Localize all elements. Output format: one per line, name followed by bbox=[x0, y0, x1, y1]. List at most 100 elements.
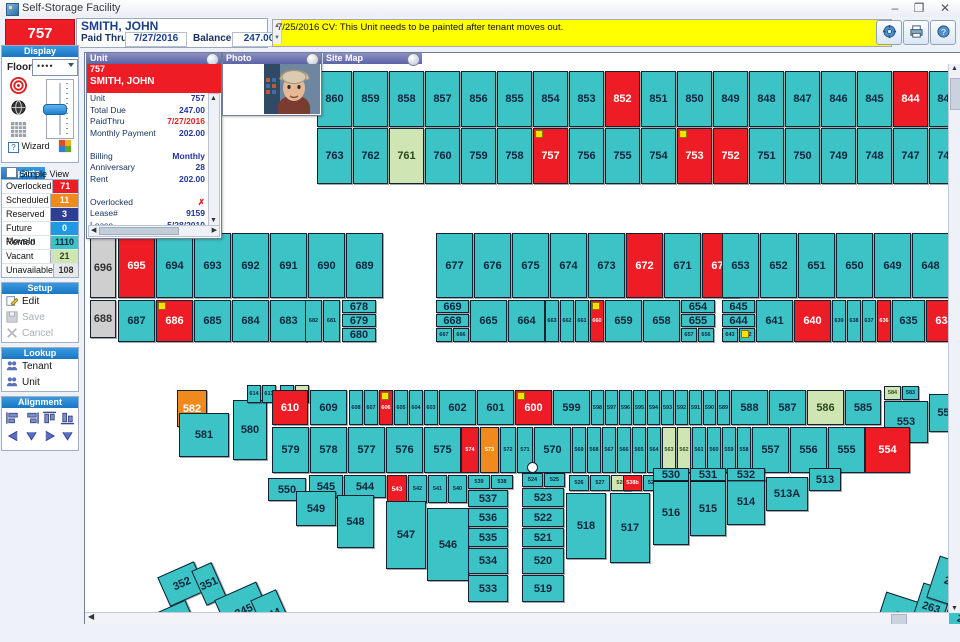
paid-thru-value[interactable]: 7/27/2016 bbox=[125, 32, 187, 47]
map-unit[interactable]: 641 bbox=[756, 300, 793, 342]
setup-cancel-button[interactable]: Cancel bbox=[2, 326, 78, 342]
map-unit[interactable]: 558 bbox=[737, 427, 751, 473]
map-unit[interactable]: 669 bbox=[436, 300, 469, 313]
unit-note-panel[interactable]: ▲ ▼ 7/25/2016 CV: This Unit needs to be p… bbox=[272, 19, 892, 47]
map-unit[interactable]: 749 bbox=[821, 128, 856, 184]
map-unit[interactable]: 574 bbox=[461, 427, 479, 473]
map-unit[interactable]: 555 bbox=[828, 427, 865, 473]
map-unit[interactable]: 536 bbox=[468, 508, 508, 527]
zoom-slider[interactable] bbox=[43, 79, 74, 139]
map-unit[interactable]: 663 bbox=[545, 300, 559, 342]
lookup-tenant-button[interactable]: Tenant bbox=[2, 359, 78, 375]
help-button[interactable]: ? bbox=[930, 20, 956, 45]
map-unit[interactable]: 848 bbox=[749, 71, 784, 127]
scroll-down-arrow[interactable]: ▼ bbox=[210, 217, 217, 224]
map-unit[interactable]: 673 bbox=[588, 233, 625, 298]
map-unit[interactable]: 688 bbox=[90, 300, 116, 338]
map-unit[interactable]: 690 bbox=[308, 233, 345, 298]
map-unit[interactable]: 644 bbox=[722, 314, 755, 327]
map-unit[interactable]: 652 bbox=[760, 233, 797, 298]
lookup-unit-button[interactable]: Unit bbox=[2, 375, 78, 391]
map-unit[interactable]: 639 bbox=[832, 300, 846, 342]
map-unit[interactable]: 595 bbox=[633, 390, 646, 425]
map-unit[interactable]: 694 bbox=[156, 233, 193, 298]
map-unit[interactable]: 856 bbox=[461, 71, 496, 127]
map-unit[interactable]: 590 bbox=[703, 390, 716, 425]
map-unit[interactable]: 650 bbox=[836, 233, 873, 298]
scroll-right-arrow[interactable]: ▶ bbox=[212, 226, 217, 234]
map-unit[interactable]: 573 bbox=[480, 427, 499, 473]
map-unit[interactable]: 587 bbox=[769, 390, 806, 425]
map-unit[interactable]: 547 bbox=[386, 501, 426, 569]
site-map-options-knob[interactable] bbox=[407, 53, 420, 66]
map-unit[interactable]: 846 bbox=[821, 71, 856, 127]
map-unit[interactable]: 600 bbox=[515, 390, 552, 425]
map-unit[interactable]: 645 bbox=[722, 300, 755, 313]
settings-button[interactable] bbox=[876, 20, 902, 45]
map-unit[interactable]: 519 bbox=[522, 575, 564, 602]
map-unit[interactable]: 760 bbox=[425, 128, 460, 184]
map-unit[interactable]: 554 bbox=[865, 427, 910, 473]
map-unit[interactable]: 682 bbox=[305, 300, 322, 342]
map-unit[interactable]: 636 bbox=[877, 300, 891, 342]
map-unit[interactable]: 525 bbox=[544, 473, 565, 487]
target-icon[interactable] bbox=[10, 77, 27, 97]
map-unit[interactable]: 680 bbox=[342, 328, 376, 342]
map-unit[interactable]: 853 bbox=[569, 71, 604, 127]
map-unit[interactable]: 637 bbox=[862, 300, 876, 342]
map-unit[interactable]: 543 bbox=[387, 475, 407, 503]
current-unit-badge[interactable]: 757 bbox=[5, 19, 75, 47]
map-unit[interactable]: 605 bbox=[394, 390, 408, 425]
map-unit[interactable]: 845 bbox=[857, 71, 892, 127]
map-unit[interactable]: 589 bbox=[717, 390, 730, 425]
map-unit[interactable]: 583 bbox=[902, 386, 919, 400]
map-unit[interactable]: 516 bbox=[653, 481, 689, 545]
map-unit[interactable]: 696 bbox=[90, 238, 116, 298]
map-unit[interactable]: 585 bbox=[845, 390, 881, 425]
map-unit[interactable]: 759 bbox=[461, 128, 496, 184]
minimize-button[interactable]: – bbox=[882, 0, 908, 16]
unit-detail-hscroll[interactable]: ◀ ▶ bbox=[88, 225, 220, 237]
map-unit[interactable]: 754 bbox=[641, 128, 676, 184]
map-vertical-scrollbar[interactable]: ▲ ▼ bbox=[948, 64, 960, 613]
map-unit[interactable]: 592 bbox=[675, 390, 688, 425]
color-icon[interactable] bbox=[58, 139, 72, 156]
map-unit[interactable]: 668 bbox=[436, 314, 469, 327]
map-unit[interactable]: 606 bbox=[379, 390, 393, 425]
map-unit[interactable]: 599 bbox=[553, 390, 590, 425]
print-button[interactable] bbox=[903, 20, 929, 45]
map-unit[interactable]: 610 bbox=[272, 390, 308, 425]
map-unit[interactable]: 638 bbox=[847, 300, 861, 342]
map-unit[interactable]: 513A bbox=[766, 477, 808, 511]
map-unit[interactable]: 588 bbox=[731, 390, 768, 425]
map-unit[interactable]: 755 bbox=[605, 128, 640, 184]
map-unit[interactable]: 578 bbox=[310, 427, 347, 473]
map-unit[interactable]: 656 bbox=[698, 328, 714, 342]
map-unit[interactable]: 591 bbox=[689, 390, 702, 425]
scroll-down-arrow[interactable]: ▼ bbox=[951, 605, 958, 612]
map-unit[interactable]: 549 bbox=[296, 491, 336, 526]
scroll-left-arrow[interactable]: ◀ bbox=[91, 226, 96, 234]
map-unit[interactable]: 672 bbox=[626, 233, 663, 298]
map-unit[interactable]: 757 bbox=[533, 128, 568, 184]
map-unit[interactable]: 532 bbox=[727, 468, 765, 481]
map-unit[interactable]: 539 bbox=[468, 475, 490, 489]
map-unit[interactable]: 597 bbox=[605, 390, 618, 425]
wizard-button[interactable]: ? Wizard bbox=[8, 141, 50, 153]
map-unit[interactable]: 660 bbox=[590, 300, 604, 342]
map-unit[interactable]: 689 bbox=[346, 233, 383, 298]
map-unit[interactable]: 676 bbox=[474, 233, 511, 298]
close-button[interactable]: ✕ bbox=[932, 0, 958, 16]
align-right-icon[interactable] bbox=[24, 411, 39, 425]
map-unit[interactable]: 560 bbox=[707, 427, 721, 473]
map-unit[interactable]: 527 bbox=[590, 475, 610, 491]
scroll-up-arrow[interactable]: ▲ bbox=[210, 95, 217, 102]
scroll-up-arrow[interactable]: ▲ bbox=[951, 65, 958, 72]
map-unit[interactable]: 758 bbox=[497, 128, 532, 184]
map-unit[interactable]: 653 bbox=[722, 233, 759, 298]
map-unit[interactable]: 684 bbox=[232, 300, 269, 342]
align-bottom-icon[interactable] bbox=[60, 411, 75, 425]
map-unit[interactable]: 514 bbox=[727, 479, 765, 525]
align-left-icon[interactable] bbox=[5, 411, 21, 425]
report-row-future-movein[interactable]: Future MoveIn 0 bbox=[2, 222, 78, 246]
